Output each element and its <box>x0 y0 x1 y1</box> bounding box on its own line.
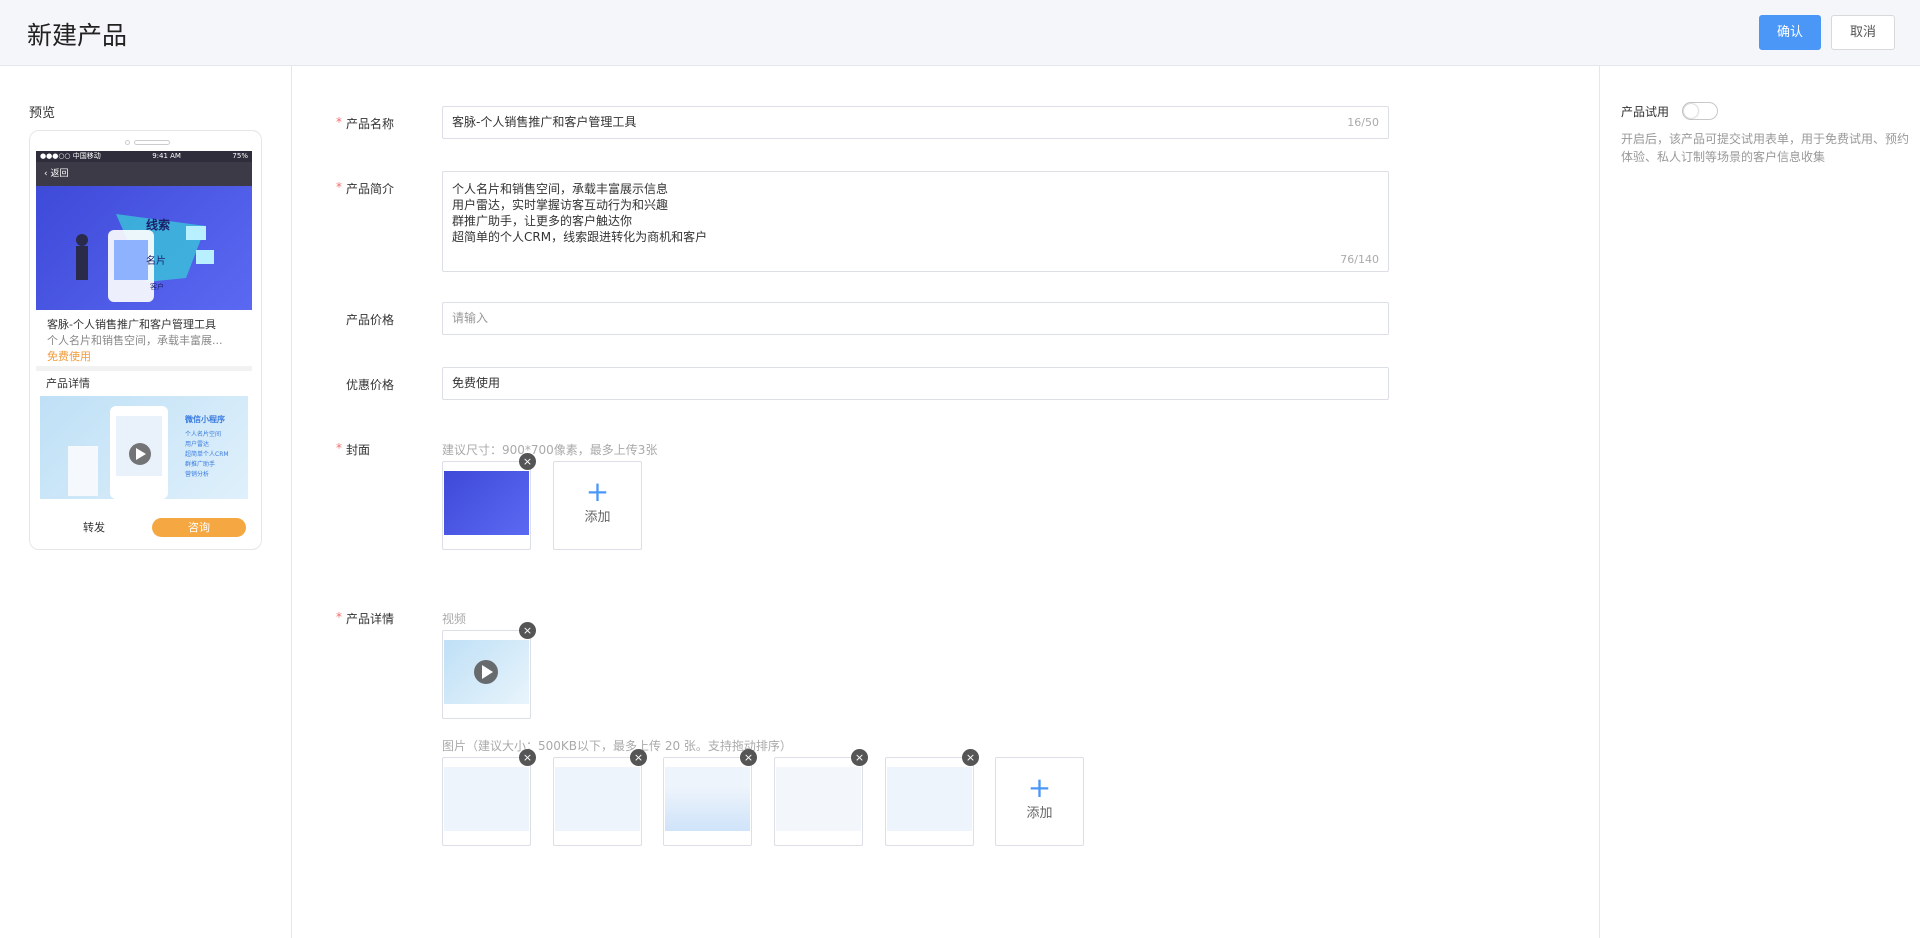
back-label: 返回 <box>50 169 69 179</box>
page-title: 新建产品 <box>27 21 128 50</box>
plus-icon: + <box>585 475 610 508</box>
detail-heading: 微信小程序 <box>185 415 225 424</box>
name-char-count: 16/50 <box>1347 116 1379 129</box>
consult-button[interactable]: 咨询 <box>152 517 246 537</box>
detail-image <box>776 767 861 831</box>
discount-price-input[interactable]: 免费使用 <box>442 367 1389 400</box>
product-name: 客脉-个人销售推广和客户管理工具 <box>47 318 216 331</box>
banner-illustration <box>76 214 214 302</box>
phone-nav-bar: ‹ 返回 <box>36 162 252 186</box>
time-text: 9:41 AM <box>152 152 181 160</box>
required-mark: * <box>336 610 342 624</box>
detail-image <box>555 767 640 831</box>
product-name-value: 客脉-个人销售推广和客户管理工具 <box>452 115 637 129</box>
product-desc: 个人名片和销售空间，承载丰富展... <box>47 334 223 347</box>
required-mark: * <box>336 441 342 455</box>
detail-image <box>444 767 529 831</box>
trial-label: 产品试用 <box>1621 105 1670 119</box>
phone-speaker <box>134 140 170 145</box>
confirm-button[interactable]: 确认 <box>1759 15 1821 50</box>
detail-illustration <box>68 406 168 499</box>
toggle-knob <box>1684 104 1698 118</box>
carrier-text: ●●●○○ 中国移动 <box>40 152 101 160</box>
chevron-left-icon: ‹ <box>44 169 48 179</box>
required-mark: * <box>336 115 342 129</box>
detail-line: 超简单个人CRM <box>185 451 229 458</box>
intro-char-count: 76/140 <box>1340 253 1379 266</box>
form-label-price: 产品价格 <box>346 313 395 327</box>
product-price-input[interactable]: 请输入 <box>442 302 1389 335</box>
cover-image <box>444 471 529 535</box>
close-icon[interactable]: × <box>519 453 536 470</box>
close-icon[interactable]: × <box>519 622 536 639</box>
phone-screen: ●●●○○ 中国移动 9:41 AM 75% ‹ 返回 线索 名片 客户 客脉-… <box>36 151 252 541</box>
detail-image-thumbnail[interactable]: × <box>553 749 647 846</box>
product-price: 免费使用 <box>47 350 91 363</box>
preview-label: 预览 <box>29 106 56 121</box>
detail-image: 微信小程序 个人名片空间 用户雷达 超简单个人CRM 群推广助手 营销分析 <box>40 396 248 499</box>
product-intro-textarea[interactable]: 个人名片和销售空间，承载丰富展示信息 用户雷达，实时掌握访客互动行为和兴趣 群推… <box>442 171 1389 272</box>
detail-line: 营销分析 <box>185 471 210 478</box>
add-cover-button[interactable]: + 添加 <box>553 461 642 550</box>
settings-panel: 产品试用 开启后，该产品可提交试用表单，用于免费试用、预约体验、私人订制等场景的… <box>1599 66 1920 938</box>
close-icon[interactable]: × <box>630 749 647 766</box>
close-icon[interactable]: × <box>740 749 757 766</box>
preview-panel: 预览 ●●●○○ 中国移动 9:41 AM 75% ‹ 返回 线索 名片 客户 … <box>0 66 292 938</box>
add-detail-image-button[interactable]: + 添加 <box>995 757 1084 846</box>
battery-text: 75% <box>232 152 248 160</box>
form-label-detail: * 产品详情 <box>336 610 395 626</box>
form-label-intro: * 产品简介 <box>336 180 395 196</box>
video-image <box>444 640 529 704</box>
intro-line: 超简单的个人CRM，线索跟进转化为商机和客户 <box>452 230 708 244</box>
phone-bottom-bar: 转发 咨询 <box>36 513 252 541</box>
images-hint: 图片（建议大小：500KB以下，最多上传 20 张。支持拖动排序） <box>442 739 792 753</box>
trial-toggle[interactable] <box>1682 102 1718 120</box>
cover-thumbnail[interactable]: × <box>442 453 536 550</box>
video-thumbnail[interactable]: × <box>442 622 536 719</box>
form-label-cover: * 封面 <box>336 441 371 457</box>
detail-image-thumbnail[interactable]: × <box>885 749 979 846</box>
product-banner: 线索 名片 客户 <box>36 186 252 310</box>
detail-line: 个人名片空间 <box>185 431 222 438</box>
banner-word: 线索 <box>146 218 171 232</box>
plus-icon: + <box>1027 771 1052 804</box>
cancel-button[interactable]: 取消 <box>1831 15 1895 50</box>
product-name-input[interactable]: 客脉-个人销售推广和客户管理工具 16/50 <box>442 106 1389 139</box>
cover-hint: 建议尺寸：900*700像素，最多上传3张 <box>442 443 658 457</box>
detail-image-thumbnail[interactable]: × <box>442 749 536 846</box>
required-mark: * <box>336 180 342 194</box>
play-icon <box>474 660 498 684</box>
share-button[interactable]: 转发 <box>36 519 152 535</box>
product-card: 客脉-个人销售推广和客户管理工具 个人名片和销售空间，承载丰富展... 免费使用 <box>36 310 252 366</box>
close-icon[interactable]: × <box>962 749 979 766</box>
phone-frame: ●●●○○ 中国移动 9:41 AM 75% ‹ 返回 线索 名片 客户 客脉-… <box>29 130 262 550</box>
intro-line: 个人名片和销售空间，承载丰富展示信息 <box>452 182 669 196</box>
header: 新建产品 确认 取消 <box>0 0 1920 66</box>
add-label: 添加 <box>584 510 611 525</box>
video-label: 视频 <box>442 612 467 626</box>
detail-title: 产品详情 <box>46 377 90 390</box>
close-icon[interactable]: × <box>851 749 868 766</box>
detail-image-thumbnail[interactable]: × <box>663 749 757 846</box>
intro-line: 群推广助手，让更多的客户触达你 <box>452 214 633 228</box>
detail-image <box>887 767 972 831</box>
detail-line: 群推广助手 <box>185 461 216 468</box>
detail-line: 用户雷达 <box>185 441 210 448</box>
close-icon[interactable]: × <box>519 749 536 766</box>
banner-word: 客户 <box>150 283 164 291</box>
form-label-discount: 优惠价格 <box>346 378 395 392</box>
add-label: 添加 <box>1026 806 1053 821</box>
phone-camera <box>125 140 130 145</box>
trial-description: 开启后，该产品可提交试用表单，用于免费试用、预约体验、私人订制等场景的客户信息收… <box>1621 132 1910 164</box>
detail-image <box>665 767 750 831</box>
banner-word: 名片 <box>146 256 166 267</box>
detail-image-thumbnail[interactable]: × <box>774 749 868 846</box>
product-detail-card: 产品详情 微信小程序 个人名片空间 用户雷达 超简单个人CRM 群推广助手 营销… <box>36 371 252 521</box>
intro-line: 用户雷达，实时掌握访客互动行为和兴趣 <box>452 198 669 212</box>
phone-status-bar: ●●●○○ 中国移动 9:41 AM 75% <box>36 151 252 162</box>
form-label-name: * 产品名称 <box>336 115 395 131</box>
